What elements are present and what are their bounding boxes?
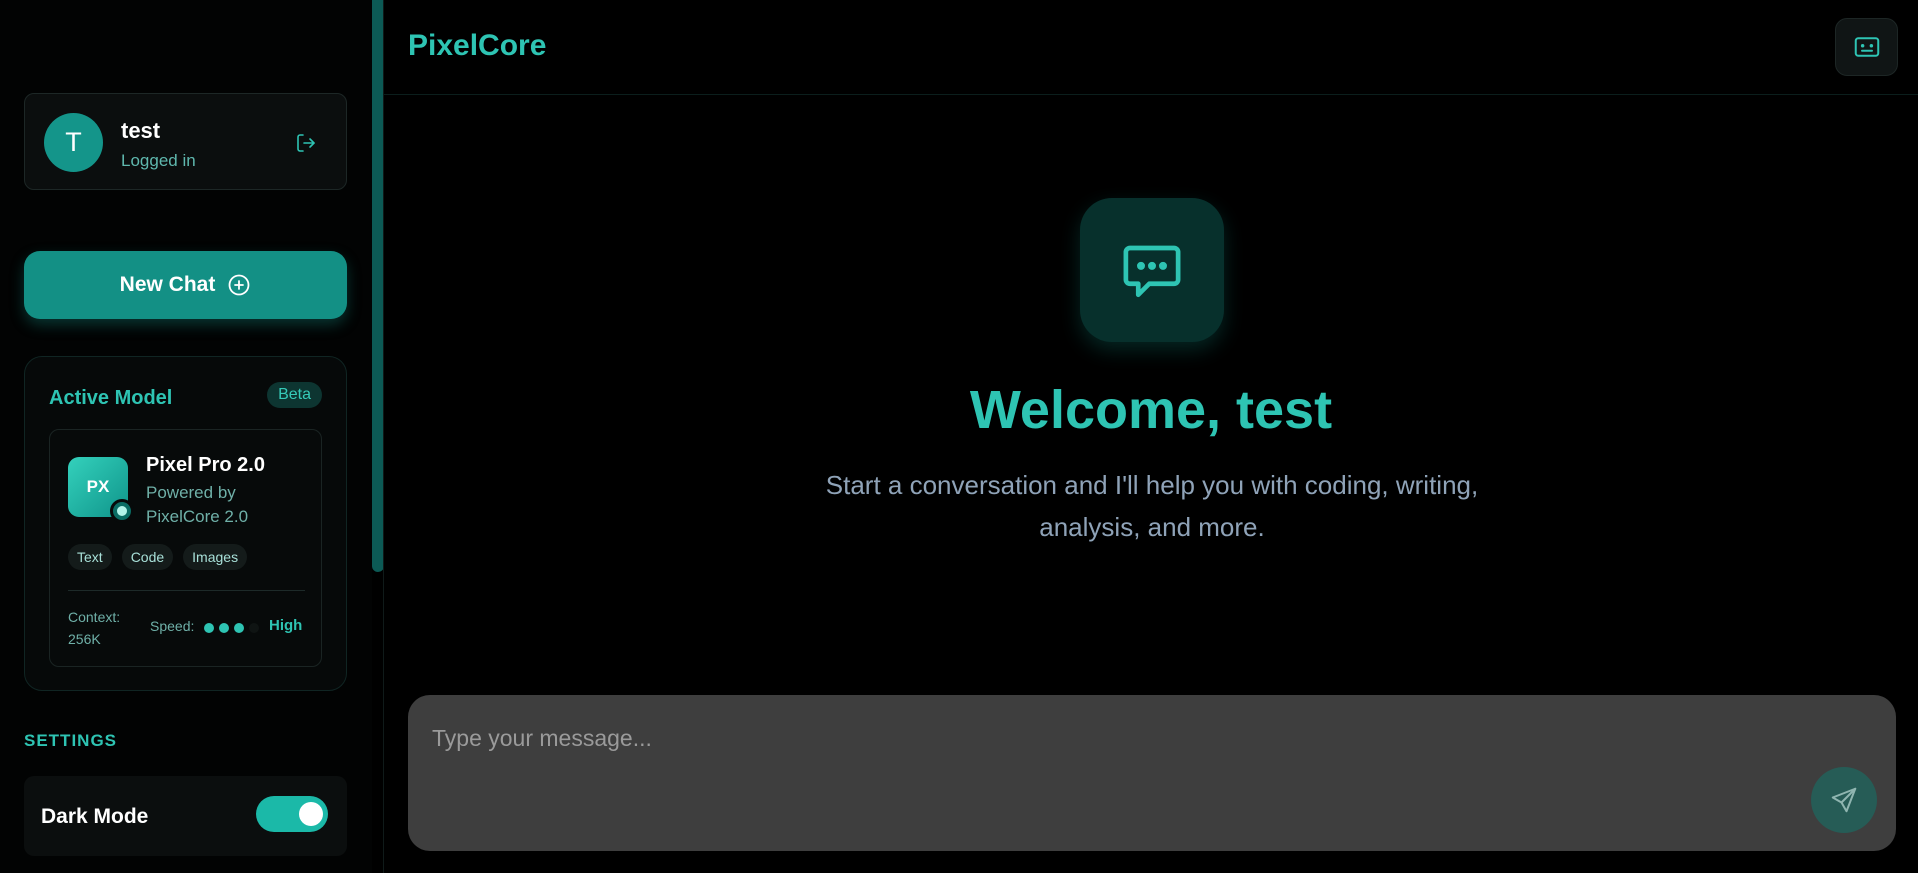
welcome-subtitle: Start a conversation and I'll help you w… <box>825 470 1479 542</box>
user-card: T test Logged in <box>24 93 347 190</box>
plus-circle-icon <box>228 274 250 296</box>
sidebar: T test Logged in New Chat Active Model B… <box>0 0 372 873</box>
model-powered-by: Powered by PixelCore 2.0 <box>146 483 249 526</box>
welcome-icon-tile <box>1080 198 1224 342</box>
avatar: T <box>44 113 103 172</box>
speed-dot <box>204 623 214 633</box>
toggle-knob <box>299 802 323 826</box>
active-model-title: Active Model <box>49 387 173 409</box>
speed-dot <box>234 623 244 633</box>
panel-toggle-button[interactable] <box>1835 18 1898 76</box>
dark-mode-toggle[interactable] <box>256 796 328 832</box>
new-chat-button[interactable]: New Chat <box>24 251 347 319</box>
top-bar: PixelCore <box>384 0 1918 95</box>
context-label: Context: 256K <box>68 609 121 647</box>
model-tag: Images <box>183 544 248 570</box>
divider <box>68 590 305 591</box>
brand-title: PixelCore <box>408 29 547 62</box>
dark-mode-setting: Dark Mode <box>24 776 347 856</box>
model-details[interactable]: PX Pixel Pro 2.0 Powered by PixelCore 2.… <box>49 429 322 667</box>
welcome-title: Welcome, test <box>969 380 1333 440</box>
beta-badge: Beta <box>267 382 322 408</box>
model-name: Pixel Pro 2.0 <box>146 454 265 476</box>
model-tags: Text Code Images <box>68 544 248 570</box>
speed-label: Speed: <box>150 618 195 634</box>
logout-icon <box>297 134 315 152</box>
model-status-dot <box>110 499 134 523</box>
chat-bubble-icon <box>1123 245 1181 298</box>
message-composer <box>408 695 1896 851</box>
app-root: T test Logged in New Chat Active Model B… <box>0 0 1918 873</box>
model-tag: Text <box>68 544 112 570</box>
model-tag: Code <box>121 544 174 570</box>
new-chat-label: New Chat <box>119 273 216 296</box>
settings-heading: SETTINGS <box>24 731 118 750</box>
send-icon <box>1831 787 1857 813</box>
send-button[interactable] <box>1811 767 1877 833</box>
speed-indicator <box>204 623 259 633</box>
user-status: Logged in <box>121 151 196 170</box>
speed-value: High <box>269 617 303 634</box>
message-input[interactable] <box>408 695 1788 851</box>
speed-dot <box>249 623 259 633</box>
logout-button[interactable] <box>291 128 321 158</box>
sidebar-toggle-icon <box>1854 37 1879 57</box>
dark-mode-label: Dark Mode <box>41 805 149 828</box>
user-name: test <box>121 118 161 143</box>
speed-dot <box>219 623 229 633</box>
active-model-card: Active Model Beta PX Pixel Pro 2.0 Power… <box>24 356 347 691</box>
